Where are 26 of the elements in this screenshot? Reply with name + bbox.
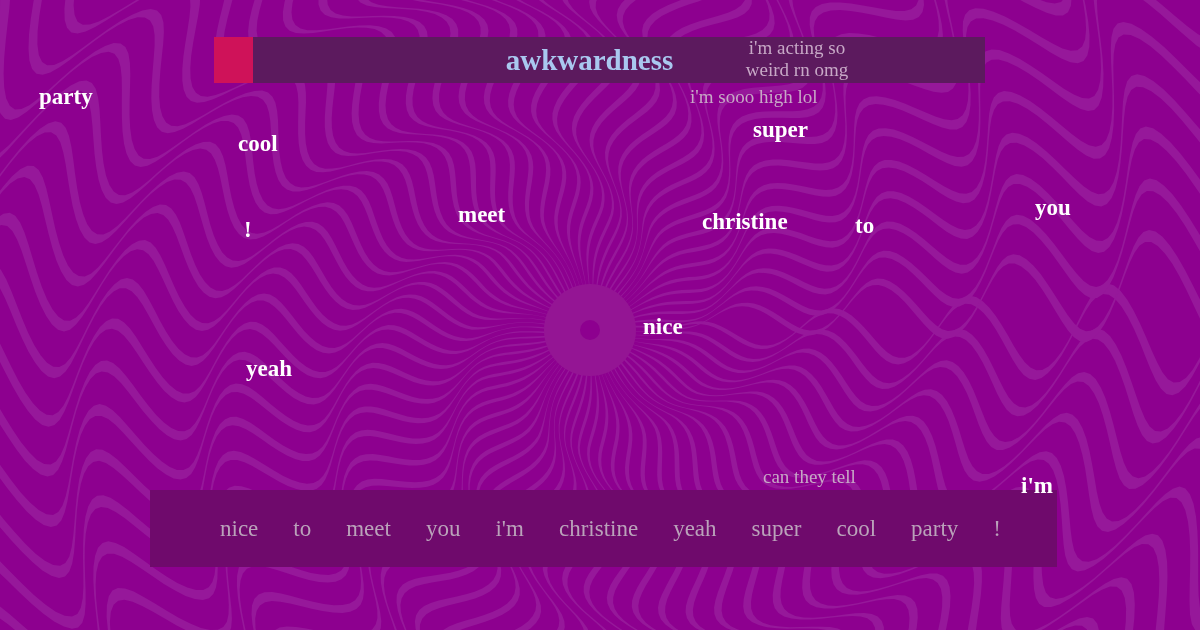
floating-word[interactable]: super xyxy=(753,118,808,141)
floating-word[interactable]: nice xyxy=(643,315,683,338)
floating-word[interactable]: christine xyxy=(702,210,788,233)
sentence-word: yeah xyxy=(673,517,717,540)
sentence-word: i'm xyxy=(495,517,524,540)
sentence-word: christine xyxy=(558,517,639,540)
sentence-word: you xyxy=(425,517,461,540)
sentence-word: to xyxy=(293,517,312,540)
thought-text: i'm acting so weird rn omg xyxy=(744,37,850,81)
thought-text: can they tell xyxy=(763,466,856,488)
floating-word[interactable]: party xyxy=(39,85,93,108)
sentence-word: party xyxy=(911,517,959,540)
floating-word[interactable]: to xyxy=(855,214,875,237)
floating-word[interactable]: you xyxy=(1035,196,1071,219)
sentence-word: cool xyxy=(836,517,877,540)
floating-word[interactable]: cool xyxy=(238,132,278,155)
sentence-word: meet xyxy=(346,517,391,540)
sentence-word: super xyxy=(751,517,802,540)
sentence-word: ! xyxy=(993,517,1001,540)
sentence-word: nice xyxy=(220,517,259,540)
floating-word[interactable]: yeah xyxy=(246,357,292,380)
floating-word[interactable]: meet xyxy=(458,203,506,226)
floating-word[interactable]: i'm xyxy=(1021,474,1053,497)
meter-label: awkwardness xyxy=(505,45,674,75)
floating-word[interactable]: ! xyxy=(244,218,252,241)
thought-text: i'm sooo high lol xyxy=(690,86,818,108)
